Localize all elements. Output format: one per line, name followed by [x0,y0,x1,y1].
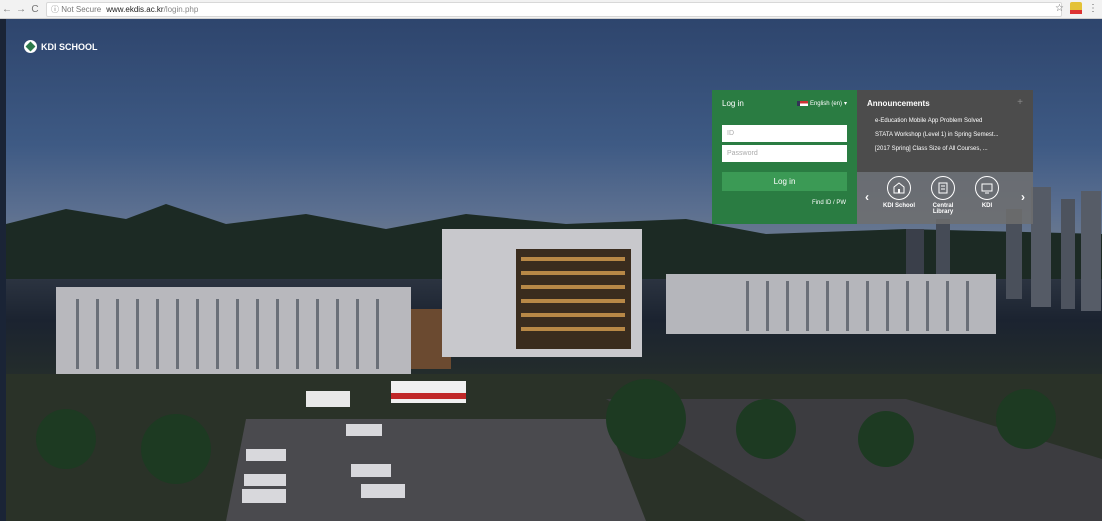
forward-icon[interactable]: → [14,4,28,15]
login-title: Log in [722,99,744,108]
security-indicator[interactable]: ⓘ Not Secure [51,4,101,15]
monitor-icon [975,176,999,200]
announcements-panel: Announcements + e-Education Mobile App P… [857,90,1033,172]
prev-arrow-icon[interactable]: ‹ [865,190,869,204]
book-icon [931,176,955,200]
language-selector[interactable]: English (en) ▾ [796,100,847,107]
announcement-item[interactable]: STATA Workshop (Level 1) in Spring Semes… [875,128,1025,142]
login-panel: Log in English (en) ▾ ID Password Log in… [712,90,857,224]
bookmark-star-icon[interactable]: ☆ [1055,3,1064,14]
announcements-title: Announcements [867,99,930,108]
building-icon [887,176,911,200]
shortcut-label: Central Library [932,203,954,215]
url-host: www.ekdis.ac.kr [106,4,164,14]
us-flag-icon [796,101,808,106]
shortcut-label: KDI School [882,203,915,209]
browser-toolbar: ← → C ⓘ Not Secure www.ekdis.ac.kr /logi… [0,0,1102,19]
caret-down-icon: ▾ [843,101,847,107]
announcement-item[interactable]: [2017 Spring] Class Size of All Courses,… [875,142,1025,156]
password-input[interactable]: Password [722,145,847,162]
url-path: /login.php [163,4,199,14]
announcement-item[interactable]: e-Education Mobile App Problem Solved [875,114,1025,128]
extension-icon[interactable] [1070,2,1082,14]
language-label: English (en) [809,100,842,107]
quick-links-panel: ‹ KDI School Central Library KDI › [857,172,1033,224]
menu-dots-icon[interactable]: ⋮ [1088,3,1098,14]
find-id-pw-link[interactable]: Find ID / PW [712,200,857,206]
kdi-school-logo[interactable]: KDI SCHOOL [24,40,98,53]
back-icon[interactable]: ← [0,4,14,15]
shortcut-kdi[interactable]: KDI [969,176,1005,215]
next-arrow-icon[interactable]: › [1021,190,1025,204]
logo-text: KDI SCHOOL [41,41,98,52]
shortcut-central-library[interactable]: Central Library [925,176,961,215]
reload-icon[interactable]: C [28,4,42,15]
kdi-logo-mark-icon [24,40,37,53]
shortcut-label: KDI [981,203,993,209]
login-button[interactable]: Log in [722,172,847,191]
address-bar[interactable]: ⓘ Not Secure www.ekdis.ac.kr /login.php [46,1,1062,17]
more-announcements-button[interactable]: + [1017,97,1023,108]
shortcut-kdi-school[interactable]: KDI School [881,176,917,215]
id-input[interactable]: ID [722,125,847,142]
